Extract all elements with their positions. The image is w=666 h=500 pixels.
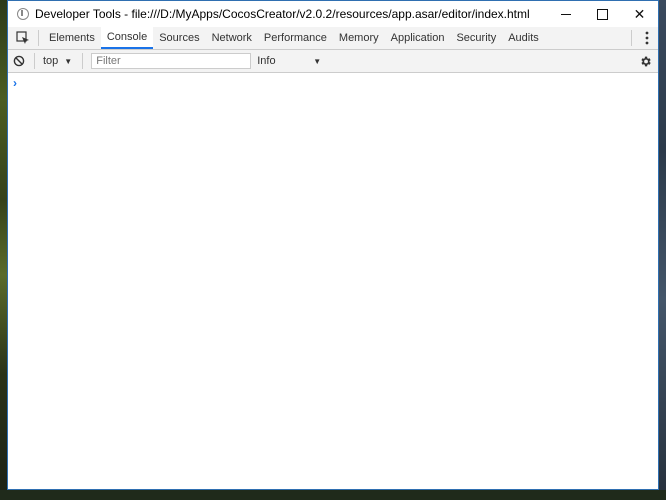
window-title: Developer Tools - file:///D:/MyApps/Coco… — [35, 7, 530, 21]
tab-security[interactable]: Security — [450, 27, 502, 49]
maximize-button[interactable] — [584, 1, 621, 27]
log-level-selector[interactable]: Info ▼ — [257, 55, 321, 67]
title-bar: Developer Tools - file:///D:/MyApps/Coco… — [8, 1, 658, 27]
close-button[interactable]: ✕ — [621, 1, 658, 27]
more-options-button[interactable] — [636, 31, 658, 45]
context-value: top — [43, 55, 59, 67]
console-prompt-icon: › — [13, 76, 17, 90]
console-settings-button[interactable] — [634, 55, 656, 68]
tab-elements[interactable]: Elements — [43, 27, 101, 49]
minimize-icon — [560, 13, 571, 15]
gear-icon — [640, 56, 651, 66]
tab-performance[interactable]: Performance — [258, 27, 333, 49]
divider — [38, 30, 39, 46]
devtools-window: Developer Tools - file:///D:/MyApps/Coco… — [7, 0, 659, 490]
console-output[interactable]: › — [8, 73, 658, 469]
tab-console[interactable]: Console — [100, 27, 154, 49]
app-icon — [17, 8, 29, 20]
inspect-element-button[interactable] — [12, 27, 34, 49]
divider — [631, 30, 632, 46]
tab-sources[interactable]: Sources — [153, 27, 205, 49]
tab-network[interactable]: Network — [206, 27, 258, 49]
close-icon: ✕ — [633, 5, 646, 22]
maximize-icon — [597, 8, 608, 20]
desktop-wallpaper-right — [658, 0, 666, 500]
filter-input[interactable] — [91, 53, 252, 69]
divider — [82, 53, 84, 69]
clear-icon — [13, 55, 25, 67]
tab-audits[interactable]: Audits — [502, 27, 545, 49]
caret-down-icon: ▼ — [313, 56, 322, 66]
tab-memory[interactable]: Memory — [333, 27, 385, 49]
console-toolbar: top ▼ Info ▼ — [8, 50, 658, 73]
panel-tab-bar: Elements Console Sources Network Perform… — [8, 27, 658, 50]
desktop-wallpaper-bottom — [0, 490, 666, 500]
inspect-icon — [16, 31, 29, 44]
context-selector[interactable]: top ▼ — [39, 55, 78, 67]
kebab-menu-icon — [645, 31, 649, 45]
tab-application[interactable]: Application — [385, 27, 451, 49]
clear-console-button[interactable] — [8, 50, 30, 72]
minimize-button[interactable] — [547, 1, 584, 27]
caret-down-icon: ▼ — [64, 56, 73, 66]
log-level-value: Info — [257, 55, 276, 67]
divider — [34, 53, 35, 69]
